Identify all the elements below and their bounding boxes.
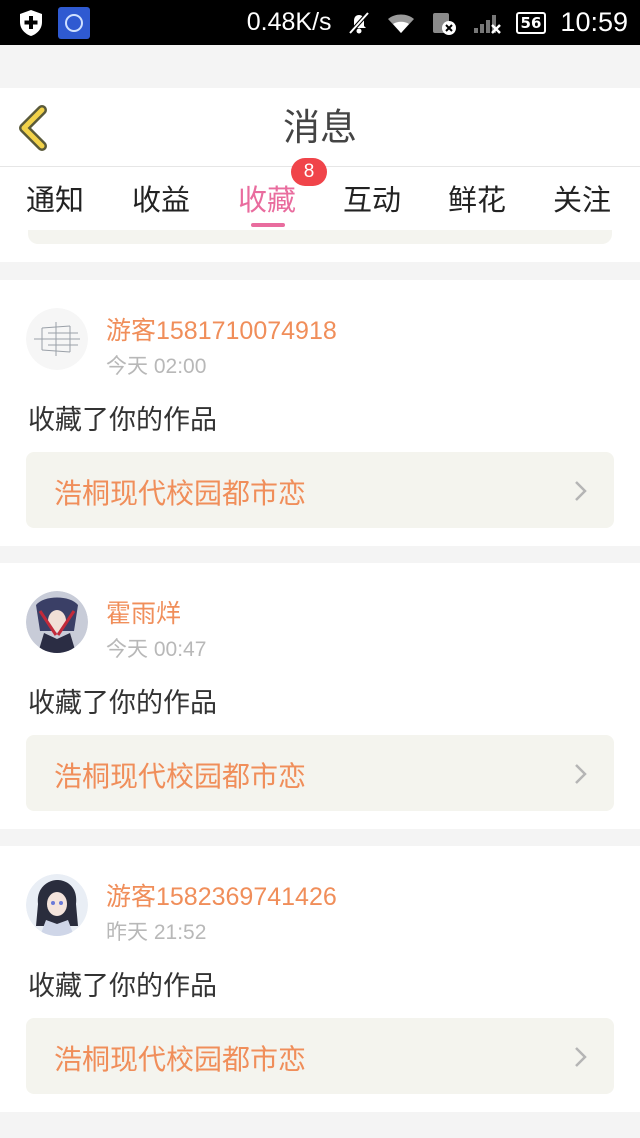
signal-icon xyxy=(473,14,501,34)
action-text: 收藏了你的作品 xyxy=(28,971,217,1002)
message-card: 游客1581710074918 今天 02:00 收藏了你的作品 浩桐现代校园都… xyxy=(0,280,640,546)
title-bar: 消息 xyxy=(0,88,640,168)
network-speed: 0.48K/s xyxy=(246,8,332,36)
status-bar: 0.48K/s 56 10:59 xyxy=(0,0,640,45)
action-text: 收藏了你的作品 xyxy=(28,405,217,436)
chevron-right-icon xyxy=(575,1047,587,1067)
work-link[interactable]: 浩桐现代校园都市恋 xyxy=(26,1018,614,1094)
work-link[interactable]: 浩桐现代校园都市恋 xyxy=(26,452,614,528)
tab-follows[interactable]: 关注 xyxy=(553,177,611,219)
sim-card-icon xyxy=(432,12,456,35)
tab-badge: 8 xyxy=(291,158,327,186)
username[interactable]: 游客1582369741426 xyxy=(106,877,337,913)
tab-earnings[interactable]: 收益 xyxy=(132,177,190,219)
avatar[interactable] xyxy=(26,591,88,653)
chevron-right-icon xyxy=(575,764,587,784)
back-button[interactable] xyxy=(14,104,54,152)
battery-indicator: 56 xyxy=(515,11,547,34)
message-card: 霍雨烊 今天 00:47 收藏了你的作品 浩桐现代校园都市恋 xyxy=(0,563,640,829)
work-title: 浩桐现代校园都市恋 xyxy=(54,760,307,793)
tab-interactions[interactable]: 互动 xyxy=(343,177,401,219)
chevron-right-icon xyxy=(575,481,587,501)
work-title: 浩桐现代校园都市恋 xyxy=(54,1043,307,1076)
avatar[interactable] xyxy=(26,874,88,936)
mute-icon xyxy=(348,11,370,34)
action-text: 收藏了你的作品 xyxy=(28,688,217,719)
wifi-icon xyxy=(387,14,414,33)
list-item xyxy=(0,230,640,262)
username[interactable]: 游客1581710074918 xyxy=(106,311,337,347)
shield-icon xyxy=(20,9,42,36)
clock: 10:59 xyxy=(560,7,628,37)
app-notification-icon xyxy=(58,6,90,39)
username[interactable]: 霍雨烊 xyxy=(106,594,181,630)
page-title: 消息 xyxy=(283,106,357,149)
tab-favorites[interactable]: 收藏 xyxy=(238,177,296,219)
work-link[interactable]: 浩桐现代校园都市恋 xyxy=(26,735,614,811)
work-title: 浩桐现代校园都市恋 xyxy=(54,477,307,510)
active-tab-indicator xyxy=(251,223,285,227)
timestamp: 今天 00:47 xyxy=(106,638,207,661)
avatar[interactable] xyxy=(26,308,88,370)
timestamp: 昨天 21:52 xyxy=(106,921,207,944)
message-card: 游客1582369741426 昨天 21:52 收藏了你的作品 浩桐现代校园都… xyxy=(0,846,640,1112)
tab-flowers[interactable]: 鲜花 xyxy=(448,177,506,219)
timestamp: 今天 02:00 xyxy=(106,355,207,378)
tab-notifications[interactable]: 通知 xyxy=(26,177,84,219)
